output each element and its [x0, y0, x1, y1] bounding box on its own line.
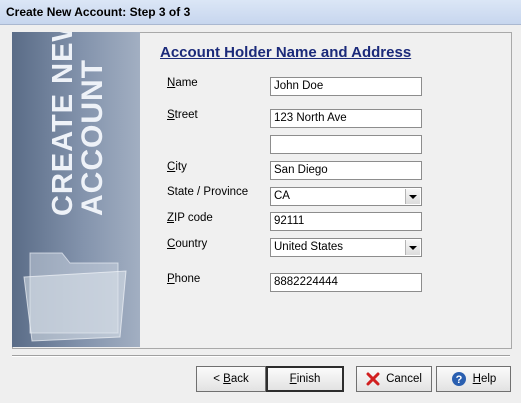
phone-label: Phone [167, 273, 201, 285]
country-select[interactable]: United States [270, 238, 422, 257]
side-banner-line1: CREATE NEW [47, 32, 79, 216]
wizard-window: Create New Account: Step 3 of 3 CREATE N… [0, 0, 521, 403]
street-label: Street [167, 109, 198, 121]
zip-field[interactable]: 92111 [270, 212, 422, 231]
city-field[interactable]: San Diego [270, 161, 422, 180]
zip-label: ZIP code [167, 212, 213, 224]
title-bar: Create New Account: Step 3 of 3 [0, 0, 521, 25]
side-banner-text: CREATE NEW ACCOUNT [47, 32, 109, 216]
country-selected-value: United States [274, 241, 344, 253]
state-select[interactable]: CA [270, 187, 422, 206]
section-title: Account Holder Name and Address [160, 44, 412, 61]
side-banner: CREATE NEW ACCOUNT [12, 32, 140, 347]
cancel-button[interactable]: Cancel [356, 366, 432, 392]
street-line2-field[interactable] [270, 135, 422, 154]
window-title: Create New Account: Step 3 of 3 [6, 5, 191, 19]
separator [12, 355, 510, 357]
country-label: Country [167, 238, 208, 250]
street-field[interactable]: 123 North Ave [270, 109, 422, 128]
state-label: State / Province [167, 186, 249, 198]
phone-field[interactable]: 8882224444 [270, 273, 422, 292]
finish-button[interactable]: Finish [266, 366, 344, 392]
state-selected-value: CA [274, 190, 290, 202]
name-field[interactable]: John Doe [270, 77, 422, 96]
back-button[interactable]: < Back [196, 366, 266, 392]
close-icon [366, 372, 380, 386]
chevron-down-icon[interactable] [405, 240, 420, 255]
folder-icon [23, 252, 127, 342]
side-banner-line2: ACCOUNT [76, 59, 109, 216]
help-icon: ? [451, 372, 466, 386]
city-label: City [167, 161, 187, 173]
svg-text:?: ? [455, 374, 462, 386]
name-label: Name [167, 77, 198, 89]
chevron-down-icon[interactable] [405, 189, 420, 204]
help-button[interactable]: ? Help [436, 366, 511, 392]
